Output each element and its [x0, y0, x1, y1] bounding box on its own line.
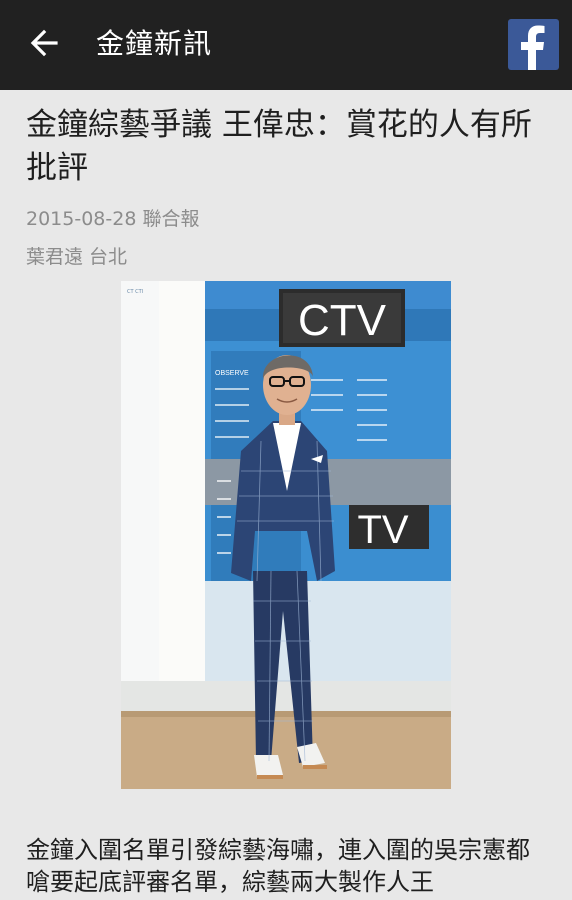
facebook-share-button[interactable]	[508, 19, 559, 70]
article-headline: 金鐘綜藝爭議 王偉忠：賞花的人有所批評	[26, 107, 532, 186]
article-date-source: 2015-08-28 聯合報	[26, 208, 200, 230]
facebook-icon	[508, 25, 559, 70]
backdrop-side-label: CT CTI	[127, 289, 143, 295]
backdrop-word: OBSERVE	[215, 370, 249, 377]
back-button[interactable]	[20, 24, 68, 66]
app-bar: 金鐘新訊	[0, 0, 572, 90]
backdrop-logo-main: CTV	[298, 296, 387, 345]
arrow-left-icon	[29, 28, 59, 62]
app-bar-title: 金鐘新訊	[96, 27, 213, 60]
article: 金鐘綜藝爭議 王偉忠：賞花的人有所批評 2015-08-28 聯合報 葉君遠 台…	[0, 90, 572, 900]
backdrop-logo-secondary: TV	[357, 508, 408, 552]
article-photo[interactable]: CT CTI CTV TV OBSERVE	[121, 281, 451, 789]
article-author-location: 葉君遠 台北	[26, 246, 128, 268]
article-body-text: 金鐘入圍名單引發綜藝海嘯，連入圍的吳宗憲都嗆要起底評審名單，綜藝兩大製作人王	[26, 836, 530, 896]
